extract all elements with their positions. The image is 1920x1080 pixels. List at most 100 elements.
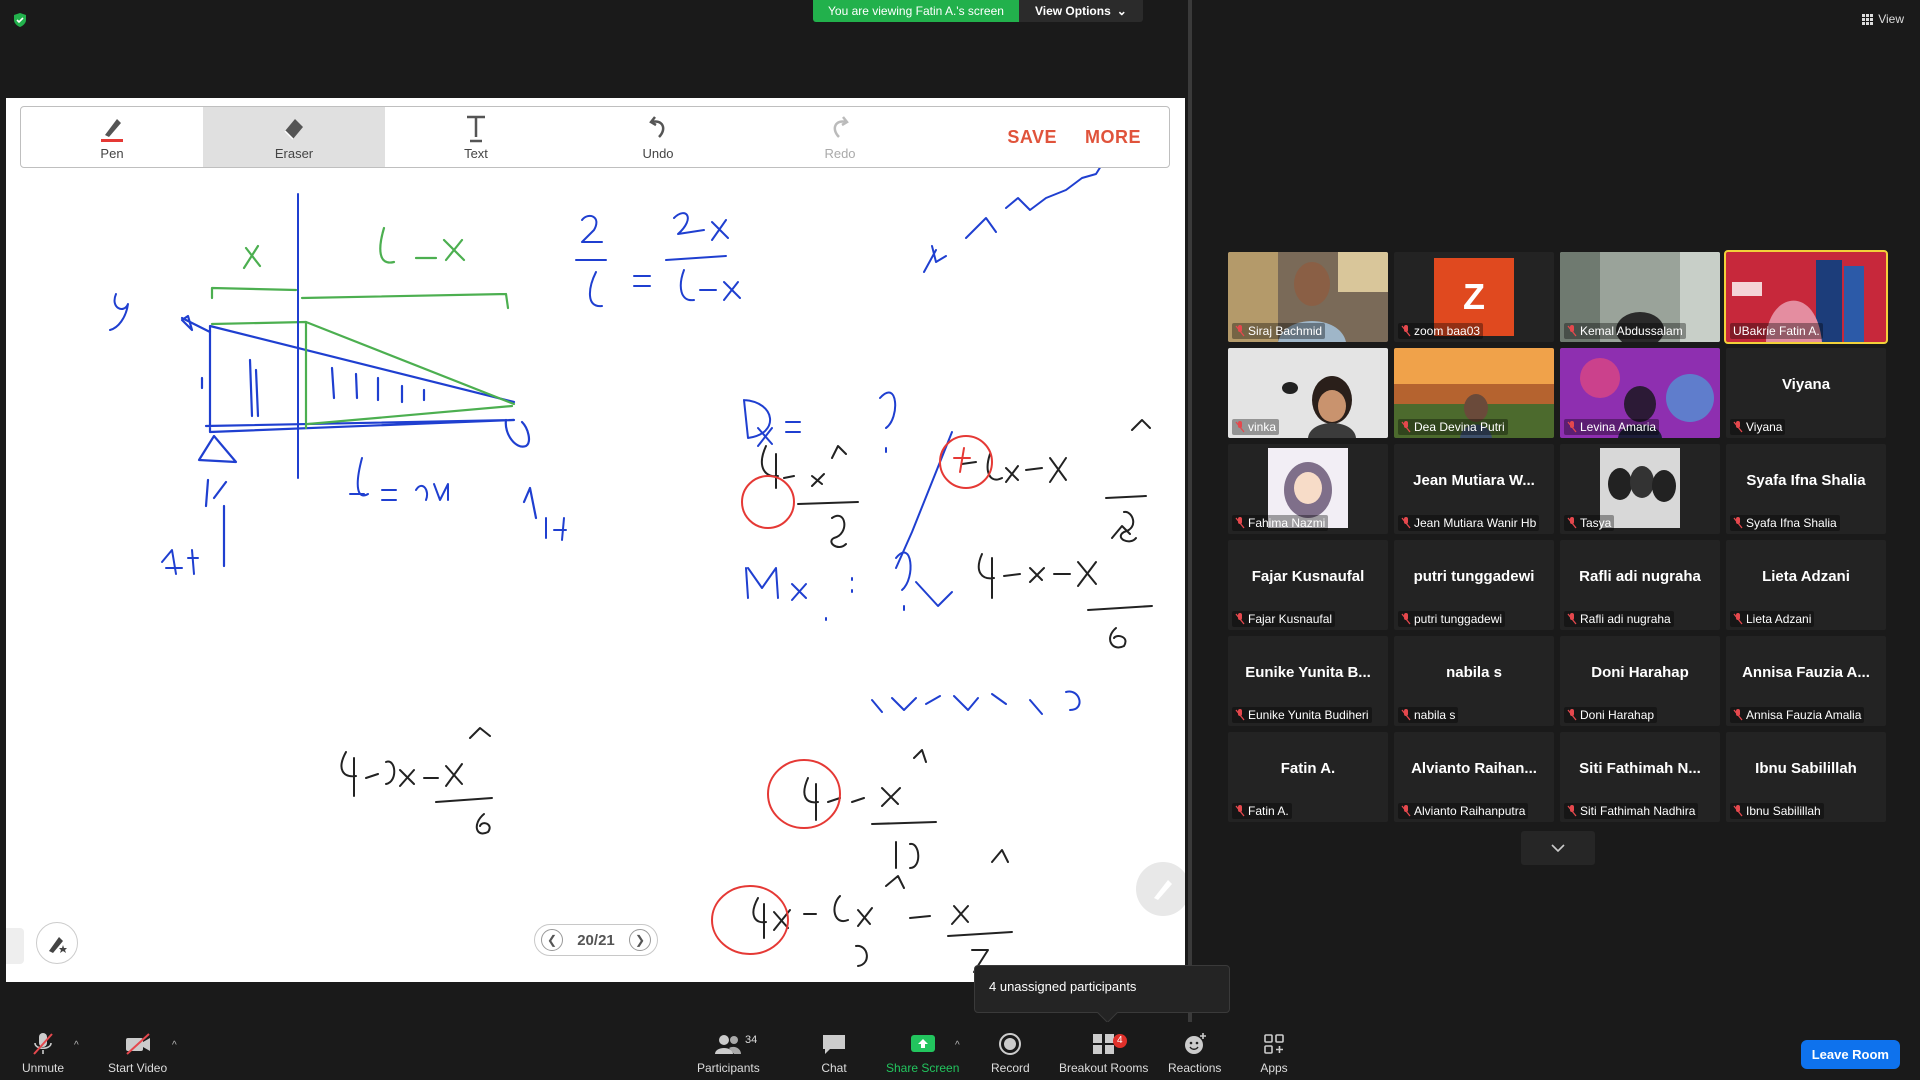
gallery-next-page-button[interactable] <box>1521 831 1595 865</box>
eraser-tool-label: Eraser <box>274 146 314 161</box>
participant-tile[interactable]: Fahima Nazmi <box>1228 444 1388 534</box>
panel-splitter[interactable] <box>1188 0 1192 1030</box>
text-tool-button[interactable]: Text <box>385 107 567 167</box>
video-off-icon <box>125 1033 150 1055</box>
mic-muted-icon <box>1401 421 1411 433</box>
participant-tile[interactable]: Z zoom baa03 <box>1394 252 1554 342</box>
participant-name-label: UBakrie Fatin A. <box>1730 323 1823 339</box>
mic-muted-icon <box>1401 613 1411 625</box>
mic-muted-icon <box>1235 517 1245 529</box>
start-video-button[interactable]: Start Video <box>108 1032 167 1075</box>
pen-tool-button[interactable]: Pen <box>21 107 203 167</box>
participant-display-name: Annisa Fauzia A... <box>1742 664 1870 681</box>
equations-blue <box>109 157 1107 715</box>
eraser-tool-button[interactable]: Eraser <box>203 107 385 167</box>
participant-tile[interactable]: Alvianto Raihan... Alvianto Raihanputra <box>1394 732 1554 822</box>
participant-display-name: Siti Fathimah N... <box>1579 760 1701 777</box>
page-indicator: 20/21 <box>577 931 615 949</box>
participant-display-name: nabila s <box>1446 664 1502 681</box>
apps-button[interactable]: Apps <box>1260 1032 1288 1075</box>
participant-tile[interactable]: Siti Fathimah N... Siti Fathimah Nadhira <box>1560 732 1720 822</box>
undo-label: Undo <box>642 146 674 161</box>
annotate-tools-button[interactable] <box>36 922 78 964</box>
participant-name-label: Dea Devina Putri <box>1398 419 1508 435</box>
chat-icon <box>823 1035 845 1054</box>
participant-tile[interactable]: Syafa Ifna Shalia Syafa Ifna Shalia <box>1726 444 1886 534</box>
view-layout-button[interactable]: View <box>1862 12 1904 26</box>
reactions-button[interactable]: Reactions <box>1168 1032 1221 1075</box>
participant-name-label: nabila s <box>1398 707 1459 723</box>
participants-count: 34 <box>745 1034 758 1046</box>
mic-muted-icon <box>1235 805 1245 817</box>
participant-name-label: Siraj Bachmid <box>1232 323 1326 339</box>
save-button[interactable]: SAVE <box>1007 127 1057 148</box>
participant-name-label: vinka <box>1232 419 1280 435</box>
leave-room-button[interactable]: Leave Room <box>1800 1040 1900 1069</box>
mic-muted-icon <box>1401 325 1411 337</box>
previous-page-button[interactable]: ❮ <box>541 929 563 951</box>
meeting-controls-bar: Unmute ^ Start Video ^ Participants 34 C… <box>0 1022 1920 1080</box>
participant-tile[interactable]: Kemal Abdussalam <box>1560 252 1720 342</box>
chat-button[interactable]: Chat <box>820 1032 848 1075</box>
draw-mode-button[interactable] <box>1136 862 1185 916</box>
share-options-caret[interactable]: ^ <box>955 1040 960 1051</box>
undo-button[interactable]: Undo <box>567 107 749 167</box>
participant-tile[interactable]: Ibnu Sabilillah Ibnu Sabilillah <box>1726 732 1886 822</box>
record-button[interactable]: Record <box>991 1032 1030 1075</box>
viewing-screen-label: You are viewing Fatin A.'s screen <box>813 0 1019 22</box>
participant-tile[interactable]: Eunike Yunita B... Eunike Yunita Budiher… <box>1228 636 1388 726</box>
participant-tile[interactable]: Dea Devina Putri <box>1394 348 1554 438</box>
participant-tile[interactable]: vinka <box>1228 348 1388 438</box>
participant-tile[interactable]: Annisa Fauzia A... Annisa Fauzia Amalia <box>1726 636 1886 726</box>
apps-label: Apps <box>1260 1061 1288 1075</box>
view-options-button[interactable]: View Options ⌄ <box>1018 0 1143 22</box>
whiteboard-drawing[interactable] <box>6 98 1185 982</box>
participant-tile[interactable]: putri tunggadewi putri tunggadewi <box>1394 540 1554 630</box>
whiteboard-side-tab[interactable] <box>6 928 24 964</box>
video-options-caret[interactable]: ^ <box>172 1040 177 1051</box>
mic-muted-icon <box>1235 421 1245 433</box>
unmute-label: Unmute <box>22 1061 65 1075</box>
participant-tile[interactable]: Levina Amaria <box>1560 348 1720 438</box>
participant-tile[interactable]: Tasya <box>1560 444 1720 534</box>
unmute-button[interactable]: Unmute <box>22 1032 64 1075</box>
chat-label: Chat <box>821 1061 847 1075</box>
unassigned-participants-tooltip: 4 unassigned participants <box>974 965 1230 1013</box>
participant-tile[interactable]: Doni Harahap Doni Harahap <box>1560 636 1720 726</box>
mic-muted-icon <box>1567 325 1577 337</box>
participant-display-name: Fatin A. <box>1280 760 1336 777</box>
participant-name-label: Kemal Abdussalam <box>1564 323 1686 339</box>
annotations-red <box>711 435 993 955</box>
breakout-rooms-button[interactable]: Breakout Rooms <box>1059 1032 1148 1075</box>
share-screen-icon <box>910 1035 935 1052</box>
share-screen-label: Share Screen <box>886 1061 960 1075</box>
encryption-shield-icon[interactable] <box>12 12 28 28</box>
participant-display-name: putri tunggadewi <box>1413 568 1535 585</box>
next-page-button[interactable]: ❯ <box>628 929 651 951</box>
share-screen-button[interactable]: Share Screen <box>886 1032 959 1075</box>
participant-tile[interactable]: Fajar Kusnaufal Fajar Kusnaufal <box>1228 540 1388 630</box>
participant-tile[interactable]: Viyana Viyana <box>1726 348 1886 438</box>
participant-tile[interactable]: Siraj Bachmid <box>1228 252 1388 342</box>
participant-tile[interactable]: nabila s nabila s <box>1394 636 1554 726</box>
participant-tile[interactable]: Lieta Adzani Lieta Adzani <box>1726 540 1886 630</box>
audio-options-caret[interactable]: ^ <box>74 1040 79 1051</box>
whiteboard-canvas[interactable]: Pen Eraser Text Undo Redo SAVE MORE ❮ 20… <box>6 98 1185 982</box>
participant-display-name: Viyana <box>1781 376 1831 393</box>
more-button[interactable]: MORE <box>1085 127 1141 148</box>
mic-muted-icon <box>1733 421 1743 433</box>
participant-tile-active-speaker[interactable]: UBakrie Fatin A. <box>1724 250 1888 344</box>
beam-sketch <box>180 314 538 568</box>
participant-tile[interactable]: Rafli adi nugraha Rafli adi nugraha <box>1560 540 1720 630</box>
participant-display-name: Eunike Yunita B... <box>1245 664 1371 681</box>
mic-muted-icon <box>1733 613 1743 625</box>
redo-button[interactable]: Redo <box>749 107 931 167</box>
participant-tile[interactable]: Fatin A. Fatin A. <box>1228 732 1388 822</box>
start-video-label: Start Video <box>108 1061 168 1075</box>
participant-name-label: Doni Harahap <box>1564 707 1658 723</box>
eraser-icon <box>284 119 303 140</box>
whiteboard-toolbar: Pen Eraser Text Undo Redo SAVE MORE <box>20 106 1170 168</box>
participant-tile[interactable]: Jean Mutiara W... Jean Mutiara Wanir Hb <box>1394 444 1554 534</box>
participants-gallery: Siraj Bachmid Z zoom baa03 Kemal Abdussa… <box>1228 250 1892 822</box>
participant-name-label: Viyana <box>1730 419 1786 435</box>
